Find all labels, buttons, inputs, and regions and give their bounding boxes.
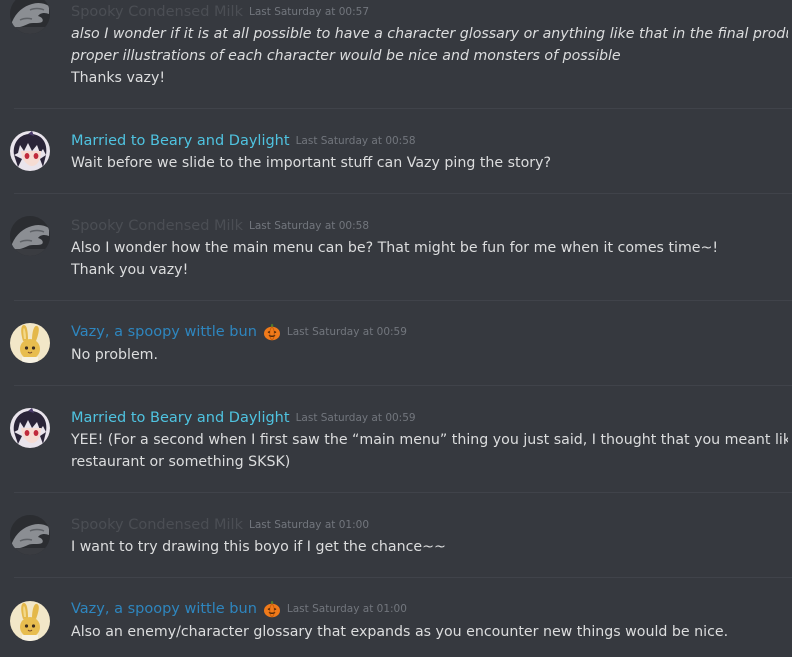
message-group: Spooky Condensed Milk Last Saturday at 0… xyxy=(0,0,792,108)
username[interactable]: Spooky Condensed Milk xyxy=(71,2,243,22)
username[interactable]: Vazy, a spoopy wittle bun xyxy=(71,322,257,342)
anime-character-avatar[interactable] xyxy=(10,408,50,448)
message-group: Married to Beary and Daylight Last Satur… xyxy=(0,109,792,193)
message-header: Married to Beary and Daylight Last Satur… xyxy=(71,131,416,151)
timestamp: Last Saturday at 00:59 xyxy=(295,412,416,424)
username[interactable]: Spooky Condensed Milk xyxy=(71,515,243,535)
anime-character-avatar[interactable] xyxy=(10,131,50,171)
message-group: Spooky Condensed Milk Last Saturday at 0… xyxy=(0,493,792,577)
chat-message-list[interactable]: Spooky Condensed Milk Last Saturday at 0… xyxy=(0,0,792,657)
message-text: Thank you vazy! xyxy=(71,262,189,278)
message-group: Vazy, a spoopy wittle bun Last Saturday … xyxy=(0,301,792,385)
message-text: I want to try drawing this boyo if I get… xyxy=(71,539,446,555)
message-text: proper illustrations of each character w… xyxy=(71,48,621,64)
timestamp: Last Saturday at 00:57 xyxy=(248,6,369,18)
message-text: Wait before we slide to the important st… xyxy=(71,155,552,171)
message-group: Spooky Condensed Milk Last Saturday at 0… xyxy=(0,194,792,300)
bunny-avatar[interactable] xyxy=(10,601,50,641)
grey-hand-avatar[interactable] xyxy=(10,216,50,256)
grey-hand-avatar[interactable] xyxy=(10,0,50,34)
grey-hand-avatar[interactable] xyxy=(10,515,50,555)
username[interactable]: Married to Beary and Daylight xyxy=(71,408,290,428)
message-header: Spooky Condensed Milk Last Saturday at 0… xyxy=(71,216,369,236)
username[interactable]: Spooky Condensed Milk xyxy=(71,216,243,236)
message-text: YEE! (For a second when I first saw the … xyxy=(71,432,788,448)
jack-o-lantern-icon xyxy=(263,323,281,341)
message-header: Spooky Condensed Milk Last Saturday at 0… xyxy=(71,515,369,535)
message-text: also I wonder if it is at all possible t… xyxy=(71,26,788,42)
timestamp: Last Saturday at 01:00 xyxy=(286,603,407,615)
message-group: Married to Beary and Daylight Last Satur… xyxy=(0,386,792,492)
jack-o-lantern-icon xyxy=(263,600,281,618)
message-header: Married to Beary and Daylight Last Satur… xyxy=(71,408,416,428)
timestamp: Last Saturday at 00:58 xyxy=(295,135,416,147)
message-text: No problem. xyxy=(71,347,159,363)
username[interactable]: Vazy, a spoopy wittle bun xyxy=(71,599,257,619)
message-header: Vazy, a spoopy wittle bun Last Saturday … xyxy=(71,322,407,342)
bunny-avatar[interactable] xyxy=(10,323,50,363)
timestamp: Last Saturday at 00:58 xyxy=(248,220,369,232)
message-header: Vazy, a spoopy wittle bun Last Saturday … xyxy=(71,599,407,619)
message-text: Also an enemy/character glossary that ex… xyxy=(71,624,729,640)
message-text: restaurant or something SKSK) xyxy=(71,454,291,470)
message-header: Spooky Condensed Milk Last Saturday at 0… xyxy=(71,2,369,22)
message-text: Also I wonder how the main menu can be? … xyxy=(71,240,719,256)
timestamp: Last Saturday at 01:00 xyxy=(248,519,369,531)
message-group: Vazy, a spoopy wittle bun Last Saturday … xyxy=(0,578,792,657)
message-text: Thanks vazy! xyxy=(71,70,166,86)
timestamp: Last Saturday at 00:59 xyxy=(286,326,407,338)
username[interactable]: Married to Beary and Daylight xyxy=(71,131,290,151)
